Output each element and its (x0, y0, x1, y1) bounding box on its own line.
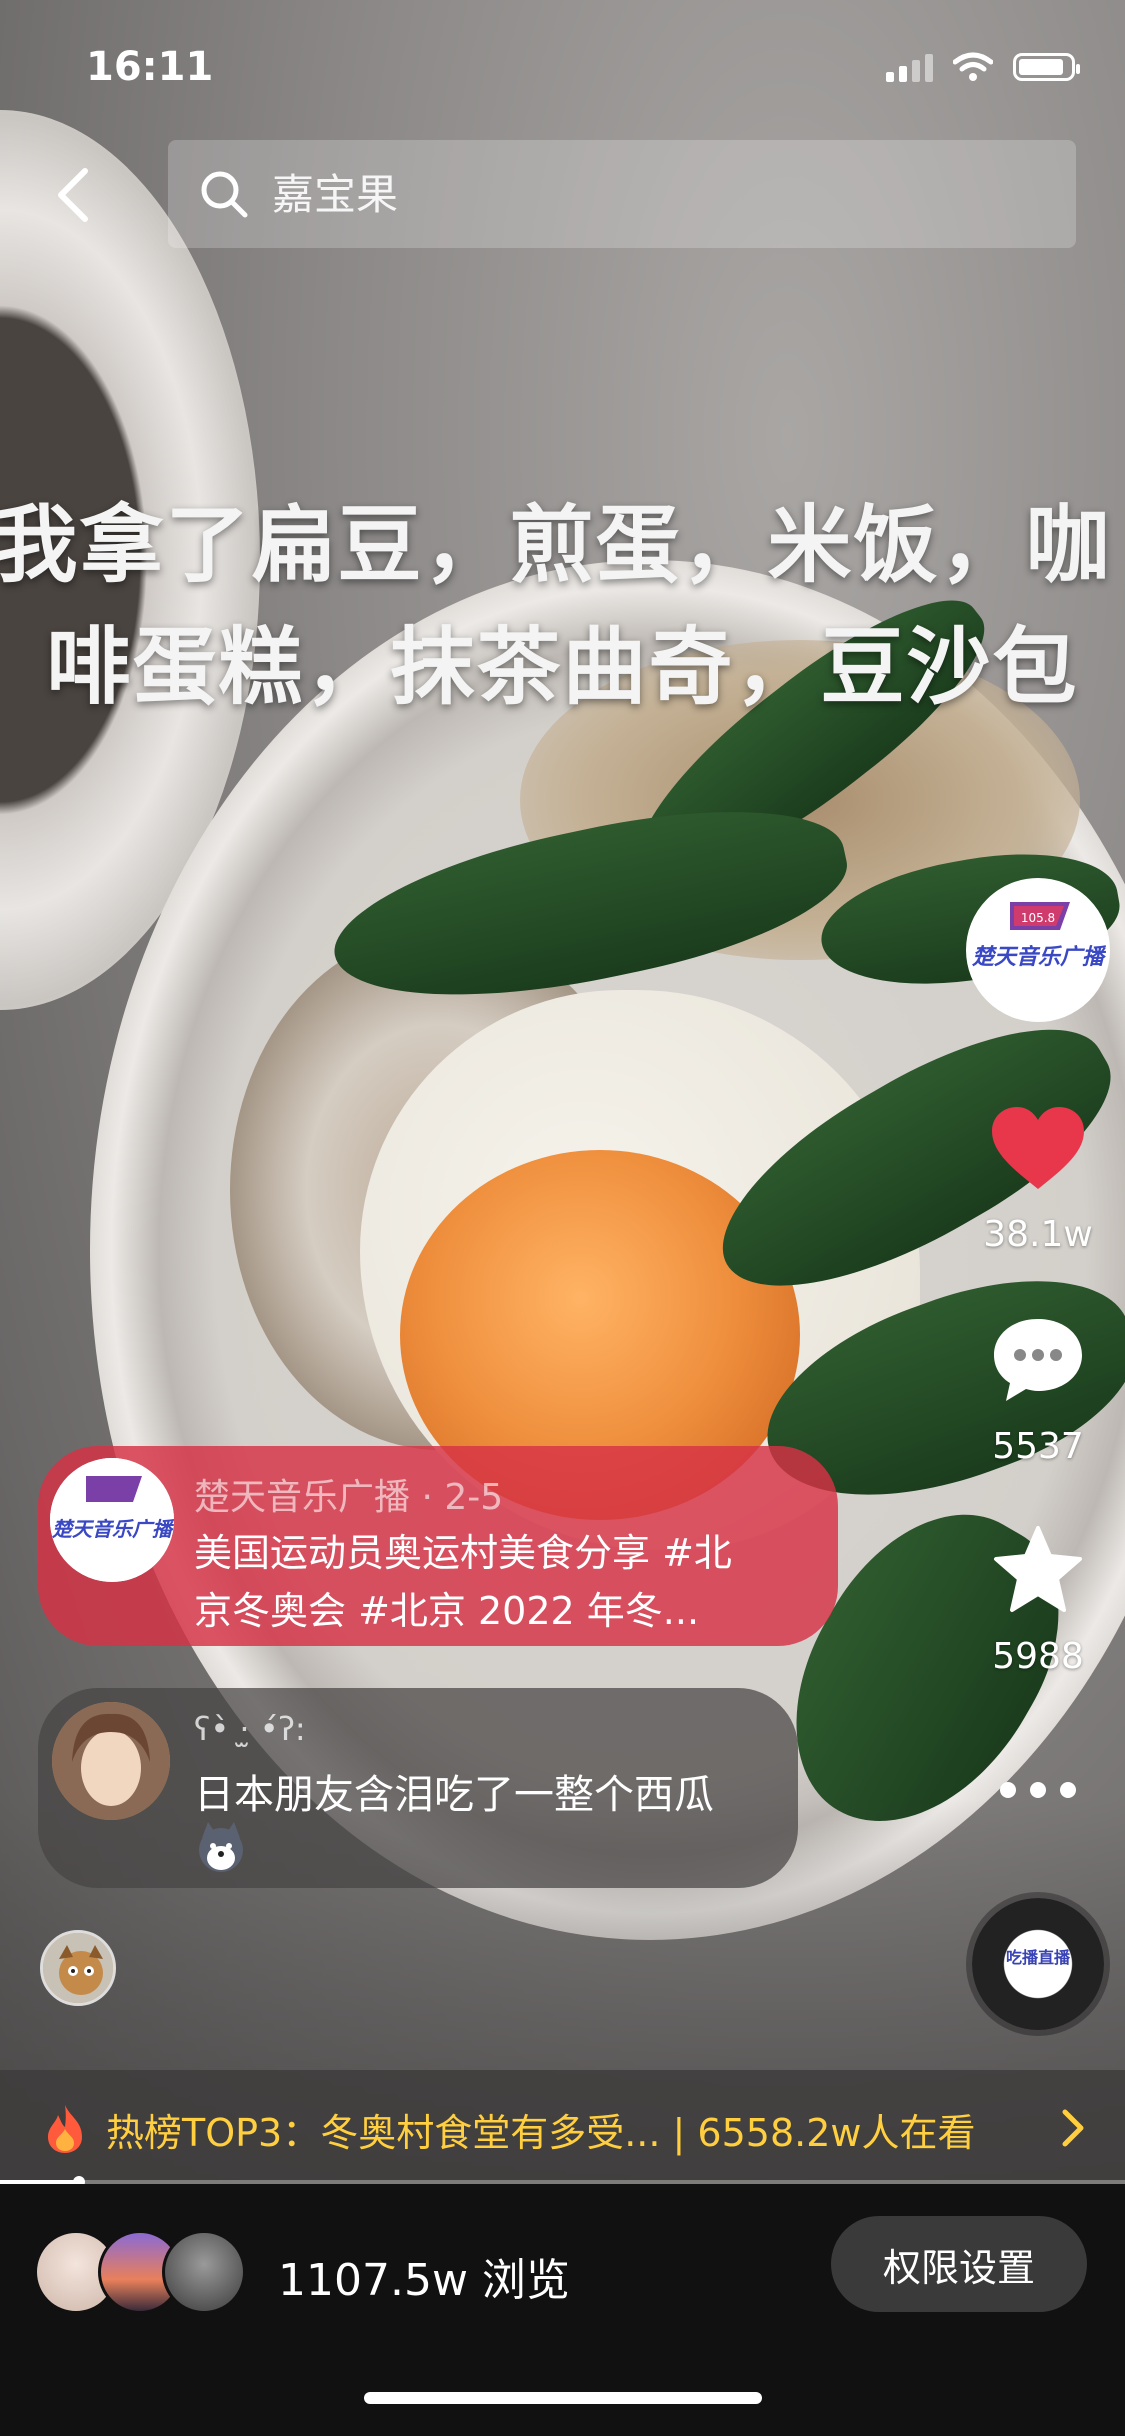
comment-count: 5537 (992, 1426, 1084, 1467)
music-disc[interactable]: 吃播直播 (972, 1898, 1104, 2030)
more-dots-icon (1000, 1782, 1076, 1798)
back-button[interactable] (38, 150, 108, 240)
like-count: 38.1w (983, 1214, 1093, 1255)
hot-list-text: 热榜TOP3：冬奥村食堂有多受... | 6558.2w人在看 (106, 2110, 976, 2155)
star-icon (994, 1526, 1082, 1612)
source-logo: 楚天音乐广播 (50, 1458, 174, 1582)
cellular-signal-icon (886, 52, 933, 82)
hot-list-bar[interactable]: 热榜TOP3：冬奥村食堂有多受... | 6558.2w人在看 (0, 2070, 1125, 2188)
source-meta: 楚天音乐广播 · 2-5 (194, 1477, 504, 1518)
viewer-avatar (162, 2230, 246, 2314)
like-button[interactable] (990, 1100, 1086, 1196)
search-input[interactable] (270, 168, 974, 220)
heart-icon (992, 1107, 1084, 1189)
source-description-line: 美国运动员奥运村美食分享 #北 (194, 1531, 732, 1575)
video-caption-line-2: 啡蛋糕，抹茶曲奇，豆沙包 (46, 618, 1079, 716)
source-description-line: 京冬奥会 #北京 2022 年冬... (194, 1589, 700, 1633)
comment-text: 日本朋友含泪吃了一整个西瓜 (194, 1772, 714, 1818)
status-icons (886, 52, 1080, 82)
comment-card[interactable]: ʕ•̀ ·̫ •́ʔ: 日本朋友含泪吃了一整个西瓜 (38, 1688, 798, 1888)
chevron-left-icon (58, 168, 88, 222)
music-disc-label: 吃播直播 (1005, 1948, 1070, 1967)
commenter-avatar[interactable] (52, 1702, 170, 1820)
wifi-icon (953, 52, 993, 81)
search-bar[interactable] (168, 140, 1076, 248)
comment-button[interactable] (990, 1312, 1086, 1408)
bottom-bar: 1107.5w 浏览 权限设置 (0, 2184, 1125, 2436)
home-indicator (364, 2392, 762, 2404)
battery-icon (1013, 53, 1080, 81)
author-logo: 105.8 楚天音乐广播 (970, 882, 1106, 1018)
video-caption-line-1: 我拿了扁豆，煎蛋，米饭，咖 (0, 496, 1112, 594)
chevron-right-icon (1062, 2109, 1084, 2147)
viewer-avatars[interactable] (34, 2230, 246, 2314)
more-button[interactable] (990, 1742, 1086, 1838)
view-count: 1107.5w 浏览 (278, 2255, 570, 2306)
husky-sticker-icon (199, 1822, 243, 1872)
status-time: 16:11 (86, 44, 214, 90)
source-description: 美国运动员奥运村美食分享 #北 京冬奥会 #北京 2022 年冬... (194, 1524, 814, 1640)
svg-text:105.8: 105.8 (1021, 911, 1055, 925)
search-icon (201, 171, 248, 218)
source-card[interactable]: 楚天音乐广播 楚天音乐广播 · 2-5 美国运动员奥运村美食分享 #北 京冬奥会… (38, 1446, 838, 1646)
comment-icon (994, 1319, 1082, 1401)
svg-text:楚天音乐广播: 楚天音乐广播 (971, 944, 1106, 970)
favorite-count: 5988 (992, 1636, 1084, 1677)
svg-text:楚天音乐广播: 楚天音乐广播 (51, 1517, 174, 1541)
fire-icon (48, 2105, 82, 2153)
commenter-name: ʕ•̀ ·̫ •́ʔ: (194, 1710, 306, 1748)
permission-settings-button[interactable]: 权限设置 (831, 2216, 1087, 2312)
favorite-button[interactable] (990, 1522, 1086, 1618)
author-avatar[interactable]: 105.8 楚天音乐广播 (966, 878, 1110, 1022)
user-avatar[interactable] (40, 1930, 116, 2006)
